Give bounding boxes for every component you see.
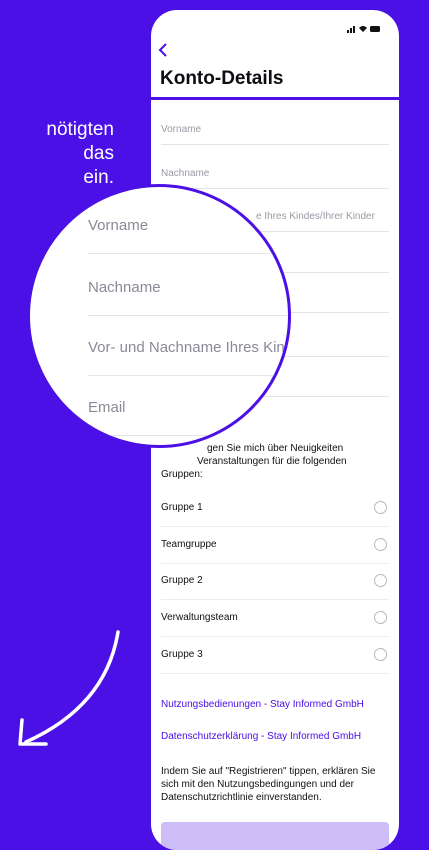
group-radio[interactable] — [374, 574, 387, 587]
back-button[interactable] — [157, 42, 169, 63]
last-name-field[interactable]: Nachname — [161, 158, 389, 189]
consent-text: Indem Sie auf "Registrieren" tippen, erk… — [161, 765, 389, 804]
consent-line-3: Datenschutzrichtlinie einverstanden. — [161, 792, 322, 803]
curved-arrow-icon — [18, 630, 120, 746]
first-name-field[interactable]: Vorname — [161, 114, 389, 145]
group-option[interactable]: Gruppe 2 — [161, 563, 389, 600]
group-radio[interactable] — [374, 611, 387, 624]
status-bar — [347, 24, 381, 35]
group-option[interactable]: Gruppe 3 — [161, 637, 389, 674]
promo-text: nötigten das ein. — [0, 118, 114, 190]
consent-line-1: Indem Sie auf "Registrieren" tippen, erk… — [161, 766, 376, 777]
magnified-email-field: Email — [88, 377, 288, 436]
notification-line-3: Gruppen: — [161, 469, 203, 480]
group-radio[interactable] — [374, 538, 387, 551]
magnified-email-label: Email — [88, 399, 126, 416]
first-name-placeholder: Vorname — [161, 124, 202, 135]
promo-line-1: nötigten — [46, 119, 114, 140]
notification-line-2: Veranstaltungen für die folgenden — [197, 456, 347, 467]
consent-line-2: sich mit den Nutzungsbedingungen und der — [161, 779, 354, 790]
privacy-link[interactable]: Datenschutzerklärung - Stay Informed Gmb… — [161, 731, 361, 742]
chevron-left-icon — [158, 43, 167, 57]
promo-line-3: ein. — [83, 167, 114, 188]
promo-line-2: das — [83, 143, 114, 164]
group-option[interactable]: Gruppe 1 — [161, 490, 389, 527]
group-label: Gruppe 3 — [161, 649, 203, 660]
magnifier-callout: Vorname Nachname Vor- und Nachname Ihres… — [27, 184, 291, 448]
signal-wifi-battery-icon — [347, 26, 380, 33]
magnified-first-name-label: Vorname — [88, 217, 149, 234]
magnified-first-name-field: Vorname — [88, 195, 288, 254]
magnified-children-name-field: Vor- und Nachname Ihres Kin — [88, 317, 288, 376]
group-radio[interactable] — [374, 648, 387, 661]
group-option[interactable]: Verwaltungsteam — [161, 600, 389, 637]
register-button[interactable] — [161, 822, 389, 850]
magnified-last-name-field: Nachname — [88, 257, 288, 316]
page-title: Konto-Details — [160, 68, 284, 89]
magnified-last-name-label: Nachname — [88, 279, 161, 296]
group-radio[interactable] — [374, 501, 387, 514]
notification-text: gen Sie mich über Neuigkeiten Veranstalt… — [161, 442, 389, 481]
title-underline — [151, 97, 399, 100]
terms-link[interactable]: Nutzungsbedienungen - Stay Informed GmbH — [161, 699, 364, 710]
group-label: Verwaltungsteam — [161, 612, 238, 623]
group-label: Gruppe 1 — [161, 502, 203, 513]
last-name-placeholder: Nachname — [161, 168, 210, 179]
notification-line-1: gen Sie mich über Neuigkeiten — [207, 443, 344, 454]
group-label: Gruppe 2 — [161, 575, 203, 586]
magnified-children-name-label: Vor- und Nachname Ihres Kin — [88, 339, 285, 356]
group-option[interactable]: Teamgruppe — [161, 527, 389, 564]
group-label: Teamgruppe — [161, 539, 217, 550]
